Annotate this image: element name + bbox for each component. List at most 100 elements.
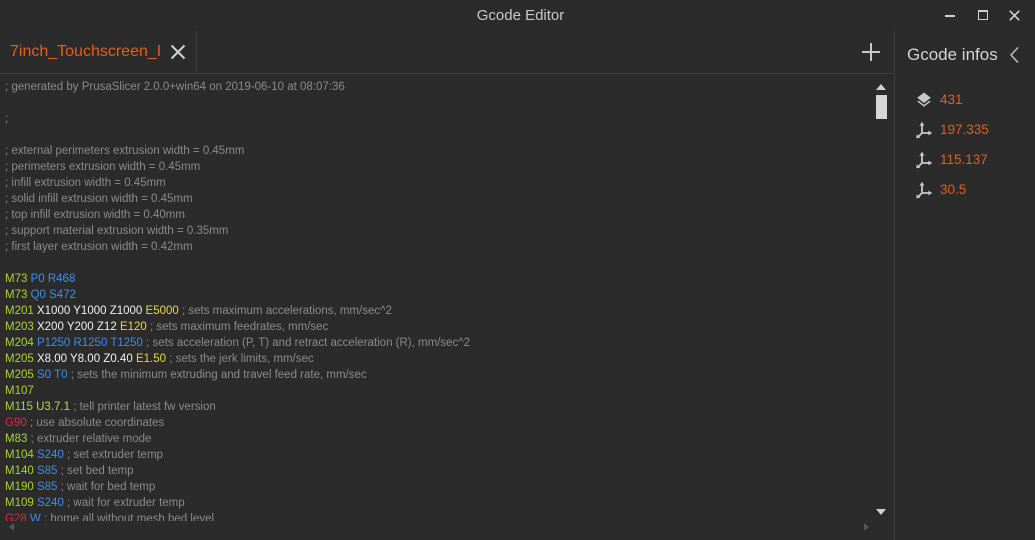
code-line[interactable]: M203 X200 Y200 Z12 E120 ; sets maximum f… xyxy=(5,319,870,335)
gcode-parameter: E1.50 xyxy=(135,353,166,365)
layers-icon xyxy=(917,92,931,107)
plus-icon xyxy=(862,43,880,61)
gcode-comment: ; sets maximum feedrates, mm/sec xyxy=(150,321,329,333)
code-line[interactable]: M190 S85 ; wait for bed temp xyxy=(5,479,870,495)
gcode-parameter: Z12 xyxy=(96,321,117,333)
horizontal-scrollbar[interactable] xyxy=(0,521,872,540)
close-icon xyxy=(1009,10,1020,21)
gcode-command: M204 xyxy=(5,337,34,349)
minimize-button[interactable] xyxy=(934,0,966,31)
gcode-parameter: Z0.40 xyxy=(103,353,133,365)
code-line[interactable] xyxy=(5,95,870,111)
scroll-right-arrow-icon[interactable] xyxy=(864,523,869,531)
axis-icon xyxy=(916,181,933,199)
gcode-comment: ; perimeters extrusion width = 0.45mm xyxy=(5,161,201,173)
code-line[interactable]: M73 Q0 S472 xyxy=(5,287,870,303)
close-button[interactable] xyxy=(999,0,1031,31)
gcode-command: M205 xyxy=(5,369,34,381)
info-item-axis-2: 115.137 xyxy=(912,150,1022,170)
gcode-parameter: X8.00 xyxy=(36,353,68,365)
gcode-parameter: S472 xyxy=(49,289,76,301)
code-line[interactable]: M205 S0 T0 ; sets the minimum extruding … xyxy=(5,367,870,383)
gcode-command: M107 xyxy=(5,385,34,397)
code-line[interactable]: G28 W ; home all without mesh bed level xyxy=(5,511,870,521)
axis-icon xyxy=(916,151,933,169)
close-icon xyxy=(170,44,186,60)
gcode-command: M109 xyxy=(5,497,34,509)
code-line[interactable]: G90 ; use absolute coordinates xyxy=(5,415,870,431)
maximize-button[interactable] xyxy=(967,0,999,31)
code-line[interactable]: M83 ; extruder relative mode xyxy=(5,431,870,447)
code-line[interactable]: ; infill extrusion width = 0.45mm xyxy=(5,175,870,191)
file-tab-label: 7inch_Touchscreen_I xyxy=(10,43,162,60)
gcode-parameter: R1250 xyxy=(73,337,108,349)
code-line[interactable]: M115 U3.7.1 ; tell printer latest fw ver… xyxy=(5,399,870,415)
scroll-down-arrow-icon[interactable] xyxy=(876,509,886,515)
gcode-command: M83 xyxy=(5,433,28,445)
code-line[interactable]: ; xyxy=(5,111,870,127)
gcode-comment: ; infill extrusion width = 0.45mm xyxy=(5,177,166,189)
vertical-scrollbar[interactable] xyxy=(872,74,890,521)
gcode-comment: ; sets acceleration (P, T) and retract a… xyxy=(146,337,471,349)
gcode-comment: ; set bed temp xyxy=(60,465,134,477)
info-value: 30.5 xyxy=(940,182,967,197)
code-line[interactable]: M104 S240 ; set extruder temp xyxy=(5,447,870,463)
code-line[interactable]: M109 S240 ; wait for extruder temp xyxy=(5,495,870,511)
scroll-up-arrow-icon[interactable] xyxy=(876,84,886,90)
code-line[interactable]: M204 P1250 R1250 T1250 ; sets accelerati… xyxy=(5,335,870,351)
gcode-command: G28 xyxy=(5,513,27,521)
gcode-comment: ; first layer extrusion width = 0.42mm xyxy=(5,241,193,253)
tab-close-button[interactable] xyxy=(168,42,188,62)
add-tab-button[interactable] xyxy=(859,40,883,64)
code-line[interactable]: M205 X8.00 Y8.00 Z0.40 E1.50 ; sets the … xyxy=(5,351,870,367)
code-line[interactable] xyxy=(5,255,870,271)
gcode-parameter: S240 xyxy=(36,449,64,461)
code-line[interactable]: ; support material extrusion width = 0.3… xyxy=(5,223,870,239)
gcode-command: M73 xyxy=(5,273,28,285)
gcode-comment: ; top infill extrusion width = 0.40mm xyxy=(5,209,185,221)
scrollbar-thumb[interactable] xyxy=(876,95,887,119)
gcode-parameter: Z1000 xyxy=(109,305,143,317)
info-value: 431 xyxy=(940,92,963,107)
gcode-parameter: P0 xyxy=(30,273,45,285)
code-line[interactable]: M140 S85 ; set bed temp xyxy=(5,463,870,479)
gcode-command: M203 xyxy=(5,321,34,333)
file-tab[interactable]: 7inch_Touchscreen_I xyxy=(0,31,197,73)
gcode-editor[interactable]: ; generated by PrusaSlicer 2.0.0+win64 o… xyxy=(0,74,870,521)
gcode-comment: ; sets maximum accelerations, mm/sec^2 xyxy=(182,305,392,317)
gcode-comment: ; extruder relative mode xyxy=(30,433,152,445)
gcode-comment: ; tell printer latest fw version xyxy=(73,401,216,413)
gcode-parameter: S0 xyxy=(36,369,52,381)
gcode-parameter: Q0 xyxy=(30,289,46,301)
code-lines[interactable]: ; generated by PrusaSlicer 2.0.0+win64 o… xyxy=(0,74,870,521)
gcode-parameter: Y8.00 xyxy=(70,353,101,365)
gcode-parameter: T0 xyxy=(54,369,68,381)
info-value: 197.335 xyxy=(940,122,989,137)
gcode-parameter: W xyxy=(29,513,41,521)
minimize-icon xyxy=(945,15,955,17)
gcode-comment: ; set extruder temp xyxy=(67,449,163,461)
gcode-parameter: S85 xyxy=(36,465,58,477)
scroll-left-arrow-icon[interactable] xyxy=(9,523,14,531)
gcode-command: G90 xyxy=(5,417,27,429)
gcode-parameter: E5000 xyxy=(145,305,179,317)
info-item-axis-3: 30.5 xyxy=(912,180,1022,200)
code-line[interactable]: ; first layer extrusion width = 0.42mm xyxy=(5,239,870,255)
code-line[interactable]: M107 xyxy=(5,383,870,399)
gcode-parameter: P1250 xyxy=(36,337,71,349)
info-item-layers: 431 xyxy=(912,90,1022,110)
code-line[interactable]: M73 P0 R468 xyxy=(5,271,870,287)
code-line[interactable]: ; top infill extrusion width = 0.40mm xyxy=(5,207,870,223)
gcode-comment: ; wait for extruder temp xyxy=(67,497,185,509)
code-line[interactable]: ; external perimeters extrusion width = … xyxy=(5,143,870,159)
gcode-parameter: X200 xyxy=(36,321,64,333)
code-line[interactable]: ; generated by PrusaSlicer 2.0.0+win64 o… xyxy=(5,79,870,95)
gcode-comment: ; sets the jerk limits, mm/sec xyxy=(169,353,314,365)
code-line[interactable]: ; solid infill extrusion width = 0.45mm xyxy=(5,191,870,207)
code-line[interactable]: ; perimeters extrusion width = 0.45mm xyxy=(5,159,870,175)
gcode-parameter: S240 xyxy=(36,497,64,509)
gcode-parameter: X1000 xyxy=(36,305,71,317)
code-line[interactable] xyxy=(5,127,870,143)
collapse-panel-button[interactable] xyxy=(1007,46,1023,64)
code-line[interactable]: M201 X1000 Y1000 Z1000 E5000 ; sets maxi… xyxy=(5,303,870,319)
